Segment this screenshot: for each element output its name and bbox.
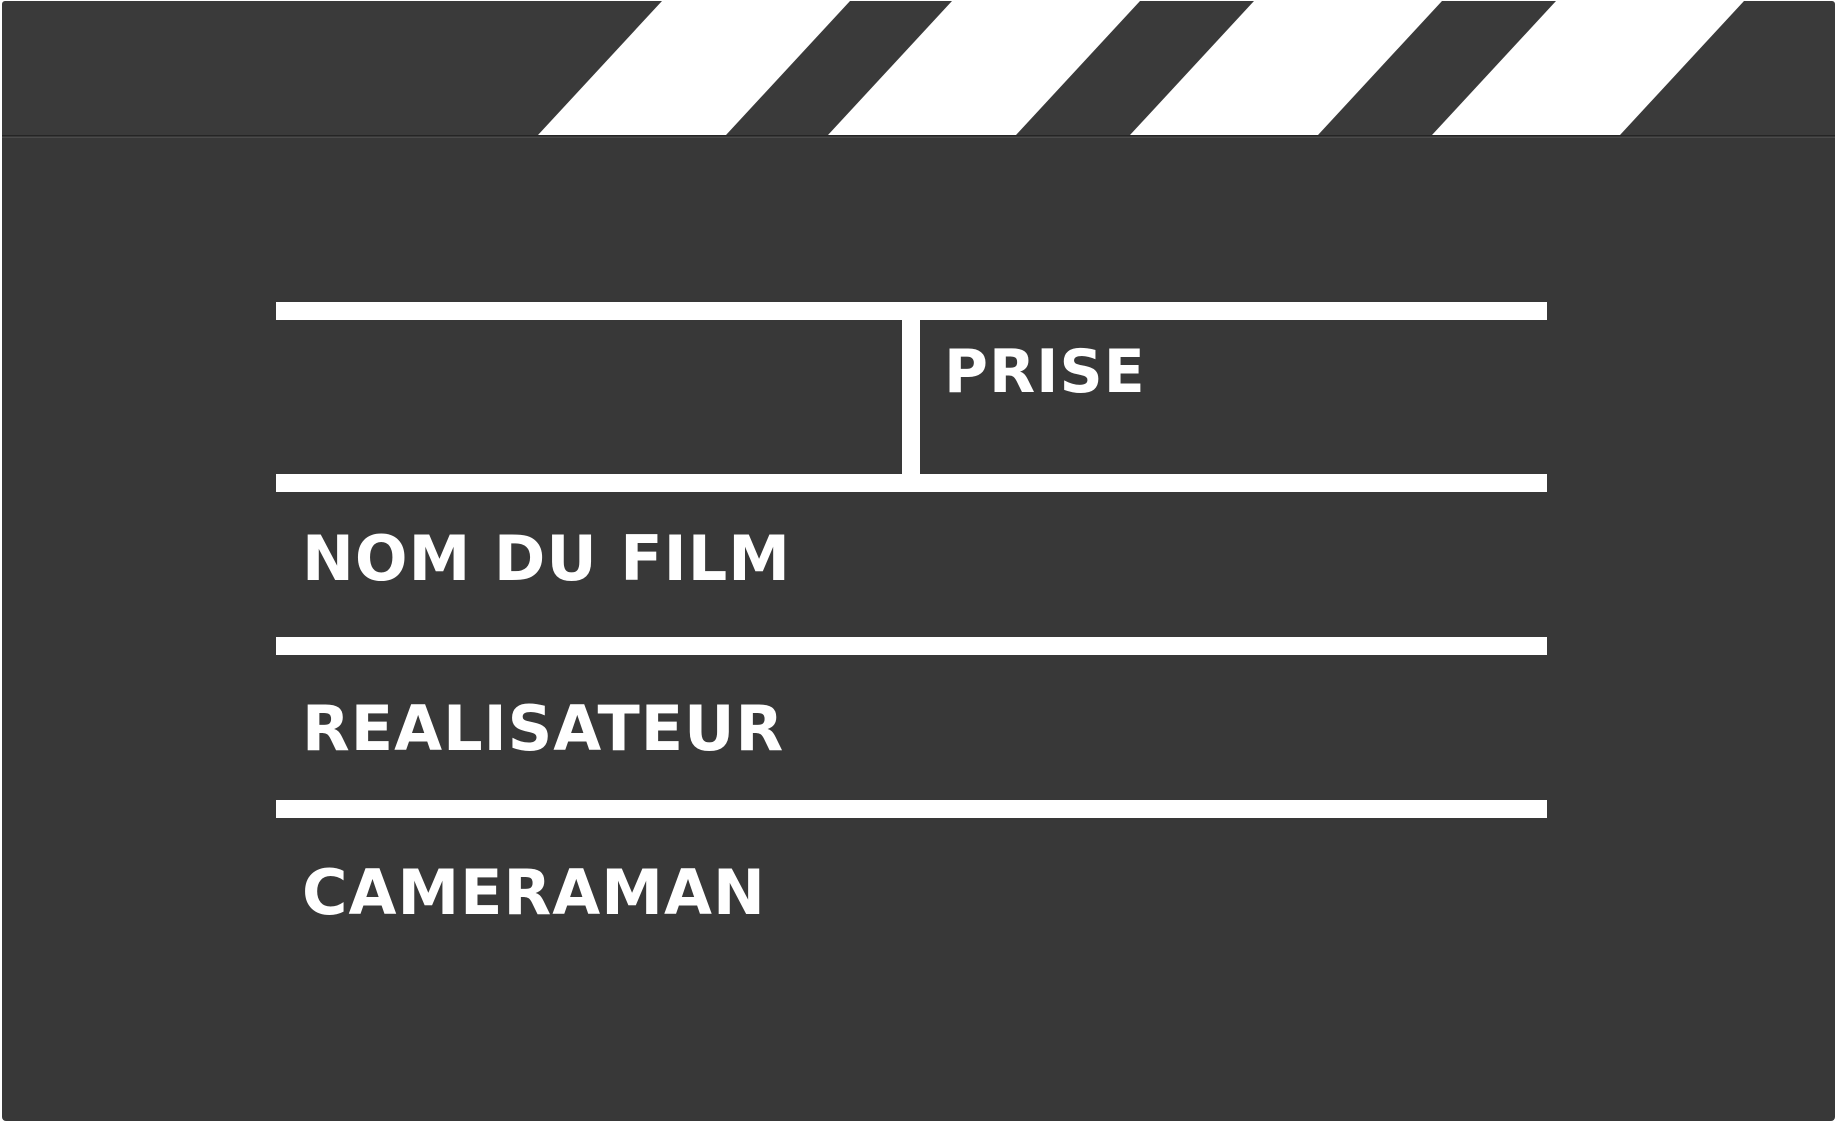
slate-board [2,138,1835,1121]
clapper-stripe [828,1,1140,135]
clapper-stick [2,1,1835,135]
director-label: REALISATEUR [302,692,785,765]
take-bottom-rule [276,474,1547,492]
clapper-stripe [1130,1,1442,135]
take-label: PRISE [944,337,1146,407]
cameraman-label: CAMERAMAN [302,856,766,929]
clapper-stripe [1432,1,1744,135]
clapper-stripe [538,1,850,135]
clapper-stripes [538,1,1744,135]
director-bottom-rule [276,800,1547,818]
clapperboard: PRISE NOM DU FILM REALISATEUR CAMERAMAN [0,0,1836,1123]
take-divider [902,302,920,474]
film-bottom-rule [276,637,1547,655]
film-title-label: NOM DU FILM [302,522,791,595]
